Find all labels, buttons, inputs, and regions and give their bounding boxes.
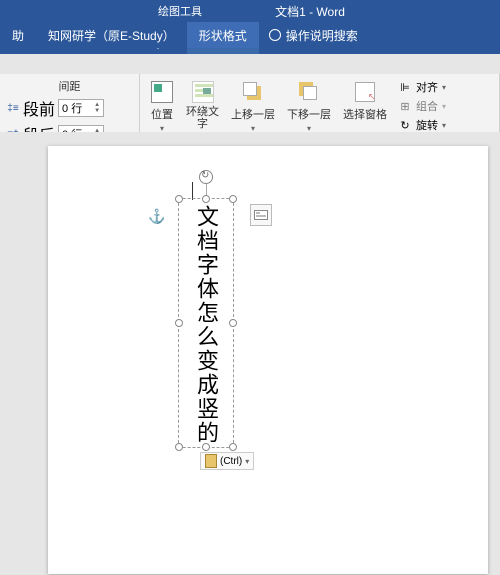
align-label: 对齐 [416,79,438,95]
resize-handle-t[interactable] [202,195,210,203]
bring-forward-button[interactable]: 上移一层 ▾ [227,78,279,135]
position-button[interactable]: 位置 ▾ [146,78,178,135]
textbox-text[interactable]: 文档字体怎么变成竖的 [190,205,222,445]
tell-me[interactable]: 操作说明搜索 [259,22,368,48]
resize-handle-bl[interactable] [175,443,183,451]
bulb-icon [269,29,281,41]
page[interactable]: ⚓ 文档字体怎么变成竖的 (Ctrl) ▾ [48,146,488,574]
rotate-handle[interactable] [199,170,213,184]
spacing-heading: 间距 [6,78,133,94]
spacing-before-label: 段前 [23,96,55,120]
bring-forward-icon [243,82,263,102]
resize-handle-r[interactable] [229,319,237,327]
spacing-before-icon: ‡≡ [6,101,20,115]
tab-help-vis[interactable]: 助 [0,22,36,48]
anchor-icon: ⚓ [148,208,165,225]
resize-handle-b[interactable] [202,443,210,451]
rotate-label: 旋转 [416,117,438,133]
align-icon: ⊫ [398,80,412,94]
contextual-tab-title: 绘图工具 [158,3,202,19]
layout-options-icon [254,210,268,220]
resize-handle-tr[interactable] [229,195,237,203]
tell-me-text: 操作说明搜索 [286,27,358,44]
paste-options-button[interactable]: (Ctrl) ▾ [200,452,254,470]
textbox[interactable]: 文档字体怎么变成竖的 [178,198,234,448]
tab-shape-format[interactable]: 形状格式 [187,22,259,48]
position-label: 位置 [151,106,173,122]
bring-forward-label: 上移一层 [231,106,275,122]
rotate-icon: ↻ [398,118,412,132]
clipboard-icon [205,454,217,468]
spacing-before-value: 0 行 [62,100,82,116]
caret-icon-paste: ▾ [245,457,249,466]
textbox-selection[interactable]: 文档字体怎么变成竖的 [178,198,234,448]
spinner-buttons[interactable]: ▲▼ [94,102,100,114]
spacing-before-input[interactable]: 0 行 ▲▼ [58,99,104,117]
resize-handle-br[interactable] [229,443,237,451]
group-label-btn: 组合 [416,98,438,114]
selection-pane-button[interactable]: 选择窗格 [339,78,391,124]
group-button[interactable]: ⊞ 组合 ▾ [395,97,449,115]
send-backward-icon [299,82,319,102]
selection-pane-icon [355,82,375,102]
window-title-main: 文档1 - Word [275,3,345,20]
send-backward-button[interactable]: 下移一层 ▾ [283,78,335,135]
position-icon [151,81,173,103]
paste-options-label: (Ctrl) [220,456,242,467]
layout-options-button[interactable] [250,204,272,226]
resize-handle-tl[interactable] [175,195,183,203]
align-button[interactable]: ⊫ 对齐 ▾ [395,78,449,96]
send-backward-label: 下移一层 [287,106,331,122]
group-icon: ⊞ [398,99,412,113]
caret-icon-7: ▾ [442,121,446,130]
selection-pane-label: 选择窗格 [343,106,387,122]
wrap-label: 环绕文 字 [186,106,219,130]
resize-handle-l[interactable] [175,319,183,327]
tab-estudy-vis[interactable]: 知网研学（原E-Study） [36,22,187,48]
wrap-icon [192,81,214,103]
document-canvas[interactable]: ⚓ 文档字体怎么变成竖的 (Ctrl) ▾ [0,132,500,575]
caret-icon-6: ▾ [442,102,446,111]
caret-icon-5: ▾ [442,83,446,92]
